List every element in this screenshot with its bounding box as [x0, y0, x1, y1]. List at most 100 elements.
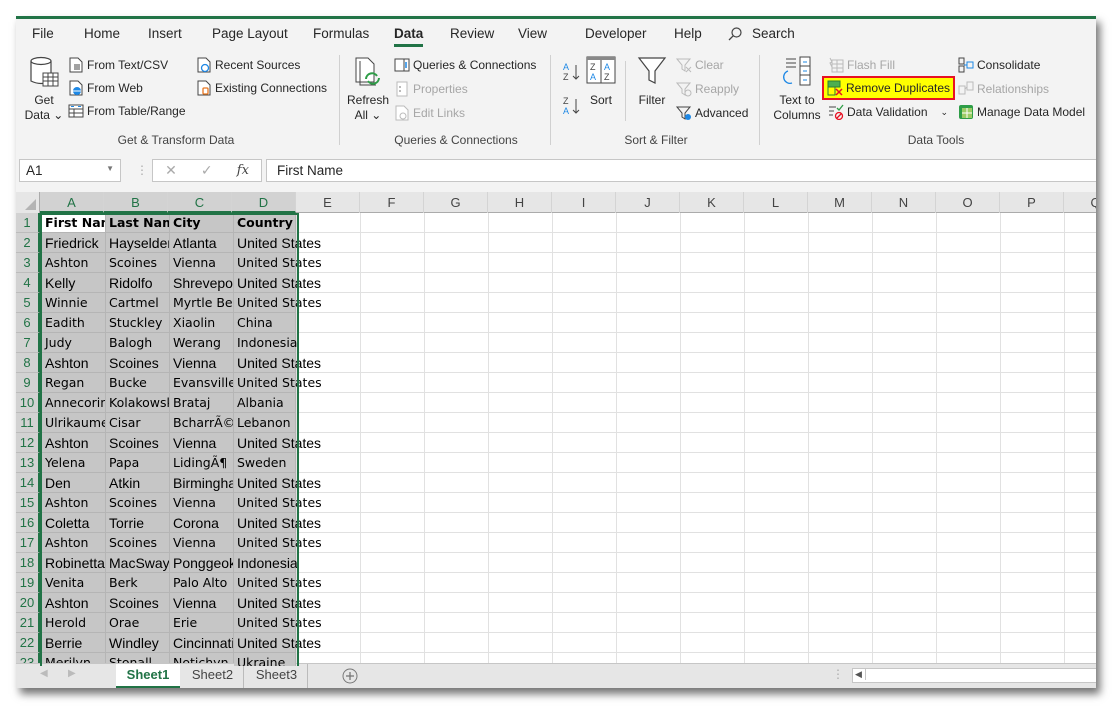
cell-d1[interactable]: Country [234, 213, 296, 233]
sheet-tab-sheet3[interactable]: Sheet3 [246, 664, 308, 688]
cell-a13[interactable]: Yelena [42, 453, 106, 473]
tab-insert[interactable]: Insert [148, 26, 182, 41]
row-header-15[interactable]: 15 [16, 493, 40, 513]
row-header-13[interactable]: 13 [16, 453, 40, 473]
from-web-button[interactable]: From Web [68, 80, 143, 96]
cell-d20[interactable]: United States [234, 593, 321, 613]
text-to-columns-button[interactable]: Text to Columns [768, 55, 826, 123]
row-header-17[interactable]: 17 [16, 533, 40, 553]
cell-d19[interactable]: United States [234, 573, 322, 593]
scroll-left-icon[interactable]: ◀ [40, 668, 48, 679]
tab-review[interactable]: Review [450, 26, 494, 41]
row-header-2[interactable]: 2 [16, 233, 40, 253]
cell-c20[interactable]: Vienna [170, 593, 234, 613]
cell-c6[interactable]: Xiaolin [170, 313, 234, 333]
clear-button[interactable]: Clear [676, 57, 724, 73]
scroll-right-icon[interactable]: ▶ [68, 668, 76, 679]
column-header-b[interactable]: B [104, 192, 168, 213]
edit-links-button[interactable]: Edit Links [394, 105, 465, 121]
column-header-o[interactable]: O [936, 192, 1000, 213]
cell-d23[interactable]: Ukraine [234, 653, 296, 666]
cell-d9[interactable]: United States [234, 373, 322, 393]
remove-duplicates-button[interactable]: Remove Duplicates [821, 76, 956, 100]
cell-a20[interactable]: Ashton [42, 593, 106, 613]
tab-view[interactable]: View [518, 26, 547, 41]
sort-a-to-z-button[interactable]: AZ [562, 61, 582, 83]
select-all-button[interactable] [16, 192, 40, 213]
manage-data-model-button[interactable]: Manage Data Model [958, 104, 1085, 120]
sort-z-to-a-button[interactable]: ZA [562, 95, 582, 117]
cell-a22[interactable]: Berrie [42, 633, 106, 653]
cell-a19[interactable]: Venita [42, 573, 106, 593]
row-header-20[interactable]: 20 [16, 593, 40, 613]
column-header-j[interactable]: J [616, 192, 680, 213]
cell-b12[interactable]: Scoines [106, 433, 170, 453]
cell-c21[interactable]: Erie [170, 613, 234, 633]
cell-b22[interactable]: Windley [106, 633, 170, 653]
sheet-tab-sheet1[interactable]: Sheet1 [116, 664, 180, 688]
cell-c17[interactable]: Vienna [170, 533, 234, 553]
cell-c10[interactable]: Brataj [170, 393, 234, 413]
cell-c3[interactable]: Vienna [170, 253, 234, 273]
row-header-7[interactable]: 7 [16, 333, 40, 353]
row-header-21[interactable]: 21 [16, 613, 40, 633]
cell-d7[interactable]: Indonesia [234, 333, 297, 353]
cell-a8[interactable]: Ashton [42, 353, 106, 373]
row-header-12[interactable]: 12 [16, 433, 40, 453]
cell-d5[interactable]: United States [234, 293, 322, 313]
tab-developer[interactable]: Developer [585, 26, 647, 41]
cell-a2[interactable]: Friedrick [42, 233, 106, 253]
cell-a3[interactable]: Ashton [42, 253, 106, 273]
row-header-4[interactable]: 4 [16, 273, 40, 293]
refresh-all-button[interactable]: Refresh All ⌄ [346, 55, 390, 123]
cell-d13[interactable]: Sweden [234, 453, 296, 473]
cell-d4[interactable]: United States [234, 273, 321, 293]
cell-d17[interactable]: United States [234, 533, 322, 553]
tab-help[interactable]: Help [674, 26, 702, 41]
sheet-tab-sheet2[interactable]: Sheet2 [182, 664, 244, 688]
tab-data[interactable]: Data [394, 26, 424, 47]
queries-connections-button[interactable]: Queries & Connections [394, 57, 536, 73]
advanced-button[interactable]: Advanced [676, 105, 748, 121]
cell-d10[interactable]: Albania [234, 393, 296, 413]
cell-c11[interactable]: BcharrÃ© [170, 413, 234, 433]
name-box[interactable]: A1 ▼ [19, 159, 121, 182]
cell-b2[interactable]: Hayselder [106, 233, 170, 253]
flash-fill-button[interactable]: Flash Fill [828, 57, 895, 73]
cell-d3[interactable]: United States [234, 253, 322, 273]
cancel-icon[interactable]: ✕ [165, 162, 177, 179]
cell-a18[interactable]: Robinetta [42, 553, 106, 573]
column-header-i[interactable]: I [552, 192, 616, 213]
cell-c13[interactable]: LidingÃ¶ [170, 453, 234, 473]
column-header-q[interactable]: Q [1064, 192, 1096, 213]
cell-d18[interactable]: Indonesia [234, 553, 298, 573]
cell-b13[interactable]: Papa [106, 453, 170, 473]
row-header-5[interactable]: 5 [16, 293, 40, 313]
row-header-11[interactable]: 11 [16, 413, 40, 433]
cell-a6[interactable]: Eadith [42, 313, 106, 333]
cell-b4[interactable]: Ridolfo [106, 273, 170, 293]
cell-b7[interactable]: Balogh [106, 333, 170, 353]
row-header-14[interactable]: 14 [16, 473, 40, 493]
cell-d6[interactable]: China [234, 313, 296, 333]
consolidate-button[interactable]: Consolidate [958, 57, 1040, 73]
cell-a7[interactable]: Judy [42, 333, 106, 353]
cell-c9[interactable]: Evansville [170, 373, 234, 393]
cell-b10[interactable]: Kolakowski [106, 393, 170, 413]
cell-a15[interactable]: Ashton [42, 493, 106, 513]
row-header-16[interactable]: 16 [16, 513, 40, 533]
column-header-e[interactable]: E [296, 192, 360, 213]
from-table-range-button[interactable]: From Table/Range [68, 103, 186, 119]
cell-b16[interactable]: Torrie [106, 513, 170, 533]
row-header-18[interactable]: 18 [16, 553, 40, 573]
cell-a10[interactable]: Annecorinne [42, 393, 106, 413]
cell-c14[interactable]: Birmingham [170, 473, 234, 493]
cell-c22[interactable]: Cincinnati [170, 633, 234, 653]
column-header-d[interactable]: D [232, 192, 296, 213]
cell-b11[interactable]: Cisar [106, 413, 170, 433]
cell-d2[interactable]: United States [234, 233, 321, 253]
cell-c19[interactable]: Palo Alto [170, 573, 234, 593]
column-header-g[interactable]: G [424, 192, 488, 213]
cell-b6[interactable]: Stuckley [106, 313, 170, 333]
row-header-8[interactable]: 8 [16, 353, 40, 373]
